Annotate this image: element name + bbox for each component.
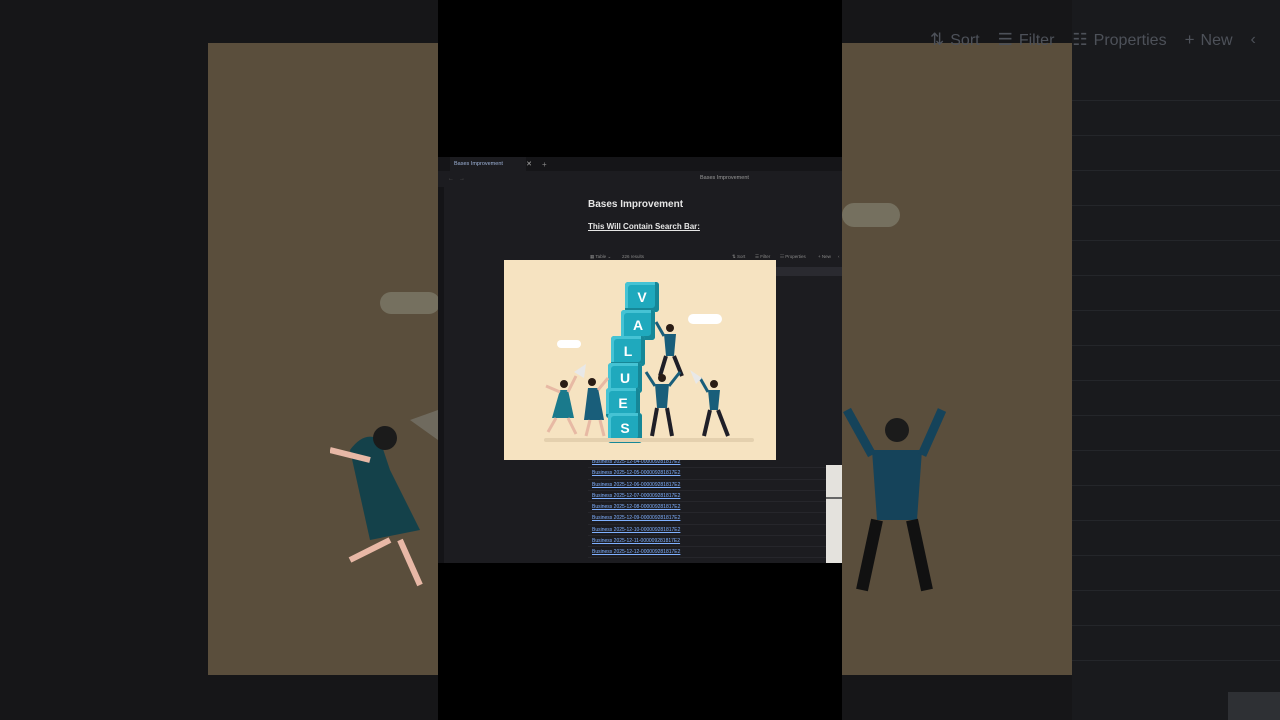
background-row-line	[1072, 380, 1280, 381]
background-row-line	[1072, 275, 1280, 276]
results-count: 226 results	[622, 254, 645, 259]
section-heading: This Will Contain Search Bar:	[588, 222, 700, 231]
chevron-left-icon[interactable]: ‹	[838, 254, 840, 259]
sort-icon: ⇅	[930, 30, 945, 49]
arrow-left-icon[interactable]: ←	[448, 176, 454, 182]
table-row: Business 2025-12-07-000009281817E2	[588, 491, 842, 502]
page-title: Bases Improvement	[588, 199, 684, 210]
list-icon: ☷	[1072, 30, 1088, 49]
woman-figure	[545, 364, 586, 435]
megaphone-man-figure	[690, 370, 730, 437]
side-image-detail	[826, 497, 842, 499]
chevron-left-icon: ‹	[1250, 31, 1256, 48]
tab-title: Bases Improvement	[454, 161, 503, 167]
left-gutter	[438, 187, 444, 563]
background-cloud	[842, 203, 900, 227]
woman-figure	[584, 377, 610, 437]
background-row-line	[1072, 660, 1280, 661]
background-row-line	[1072, 485, 1280, 486]
background-row-line	[1072, 520, 1280, 521]
table-row: Business 2025-12-05-000009281817E2	[588, 468, 842, 480]
background-properties: ☷ Properties	[1072, 30, 1167, 49]
side-image-thumbnail	[826, 465, 842, 563]
background-row-line	[1072, 170, 1280, 171]
note-link[interactable]: Business 2025-12-10-000009281817E2	[592, 527, 680, 533]
plus-icon: +	[1184, 30, 1195, 49]
climbing-man-figure	[654, 321, 684, 377]
note-link[interactable]: Business 2025-12-11-000009281817E2	[592, 538, 680, 544]
background-cloud	[380, 292, 440, 314]
supporting-man-figure	[644, 371, 682, 437]
background-row-line	[1072, 135, 1280, 136]
note-link[interactable]: Business 2025-12-04-000009281817E2	[592, 459, 680, 465]
navigation-bar: ← → Bases Improvement	[438, 171, 842, 187]
table-row: Business 2025-12-06-000009281817E2	[588, 480, 842, 491]
note-link[interactable]: Business 2025-12-08-000009281817E2	[592, 504, 680, 510]
nav-title: Bases Improvement	[700, 175, 749, 181]
table-row: Business 2025-12-10-000009281817E2	[588, 525, 842, 536]
table-row: Business 2025-12-09-000009281817E2	[588, 513, 842, 525]
note-link[interactable]: Business 2025-12-09-000009281817E2	[592, 515, 680, 521]
background-toolbar: ⇅ Sort ☰ Filter ☷ Properties + New ‹	[930, 26, 1256, 54]
background-row-line	[1072, 205, 1280, 206]
values-illustration: V A L U E S	[504, 260, 776, 460]
background-sort: ⇅ Sort	[930, 30, 980, 49]
note-link[interactable]: Business 2025-12-05-000009281817E2	[592, 470, 680, 476]
background-corner-box	[1228, 692, 1280, 720]
arrow-right-icon[interactable]: →	[459, 176, 465, 182]
people-figures	[545, 321, 730, 437]
background-row-line	[1072, 590, 1280, 591]
note-link[interactable]: Business 2025-12-06-000009281817E2	[592, 482, 680, 488]
tab-bar: Bases Improvement ✕ +	[438, 157, 842, 171]
background-new: + New	[1184, 30, 1233, 49]
note-link[interactable]: Business 2025-12-07-000009281817E2	[592, 493, 680, 499]
note-link[interactable]: Business 2025-12-12-000009281817E2	[592, 549, 680, 555]
background-man-figure	[843, 407, 947, 592]
background-row-line	[1072, 415, 1280, 416]
background-row-line	[1072, 240, 1280, 241]
tab-bases-improvement[interactable]: Bases Improvement ✕	[450, 157, 532, 171]
properties-button[interactable]: ☷ Properties	[780, 254, 806, 260]
background-row-line	[1072, 450, 1280, 451]
background-row-line	[1072, 625, 1280, 626]
table-row: Business 2025-12-11-000009281817E2	[588, 536, 842, 547]
close-icon[interactable]: ✕	[526, 160, 532, 168]
background-row-line	[1072, 555, 1280, 556]
background-row-line	[1072, 100, 1280, 101]
background-row-line	[1072, 310, 1280, 311]
background-row-line	[1072, 345, 1280, 346]
new-button[interactable]: + New	[818, 254, 831, 259]
filter-icon: ☰	[997, 30, 1013, 49]
background-woman-figure	[330, 410, 438, 587]
background-table-area	[1072, 0, 1280, 720]
table-row: Business 2025-12-12-000009281817E2	[588, 547, 842, 559]
plus-icon[interactable]: +	[542, 160, 547, 169]
background-filter: ☰ Filter	[997, 30, 1055, 49]
table-row: Business 2025-12-08-000009281817E2	[588, 502, 842, 514]
